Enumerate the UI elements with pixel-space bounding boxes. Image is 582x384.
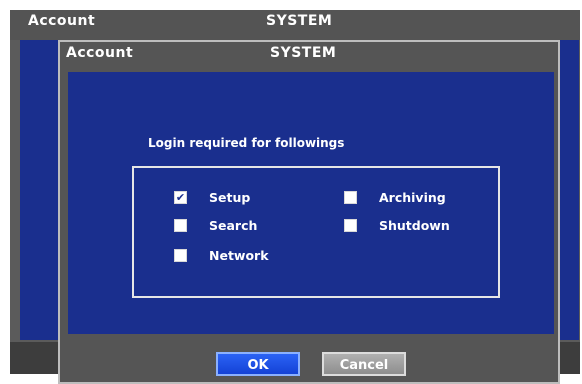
option-network[interactable]: Network xyxy=(174,248,269,263)
checkmark-icon: ✔ xyxy=(175,191,186,204)
dialog-title-bar: Account SYSTEM xyxy=(58,40,560,70)
setup-checkbox[interactable]: ✔ xyxy=(174,191,187,204)
archiving-checkbox[interactable] xyxy=(344,191,357,204)
options-group: ✔ Setup Search Network Archiving Shutdow… xyxy=(132,166,500,298)
shutdown-checkbox[interactable] xyxy=(344,219,357,232)
background-window: Account SYSTEM Account SYSTEM Login requ… xyxy=(10,10,580,384)
cancel-button[interactable]: Cancel xyxy=(322,352,406,376)
login-required-dialog: Account SYSTEM Login required for follow… xyxy=(58,40,560,384)
option-archiving[interactable]: Archiving xyxy=(344,190,446,205)
login-required-label: Login required for followings xyxy=(148,136,345,150)
search-label: Search xyxy=(209,218,258,233)
option-search[interactable]: Search xyxy=(174,218,257,233)
setup-label: Setup xyxy=(209,190,251,205)
ok-button[interactable]: OK xyxy=(216,352,300,376)
dialog-body: Login required for followings ✔ Setup Se… xyxy=(68,72,554,334)
dialog-title-system: SYSTEM xyxy=(270,45,337,61)
option-shutdown[interactable]: Shutdown xyxy=(344,218,450,233)
shutdown-label: Shutdown xyxy=(379,218,450,233)
background-title-system: SYSTEM xyxy=(266,13,333,29)
network-label: Network xyxy=(209,248,269,263)
background-title-account: Account xyxy=(28,13,96,29)
option-setup[interactable]: ✔ Setup xyxy=(174,190,250,205)
background-title-bar: Account SYSTEM xyxy=(10,10,580,40)
archiving-label: Archiving xyxy=(379,190,446,205)
search-checkbox[interactable] xyxy=(174,219,187,232)
network-checkbox[interactable] xyxy=(174,249,187,262)
dialog-title-account: Account xyxy=(66,45,134,61)
